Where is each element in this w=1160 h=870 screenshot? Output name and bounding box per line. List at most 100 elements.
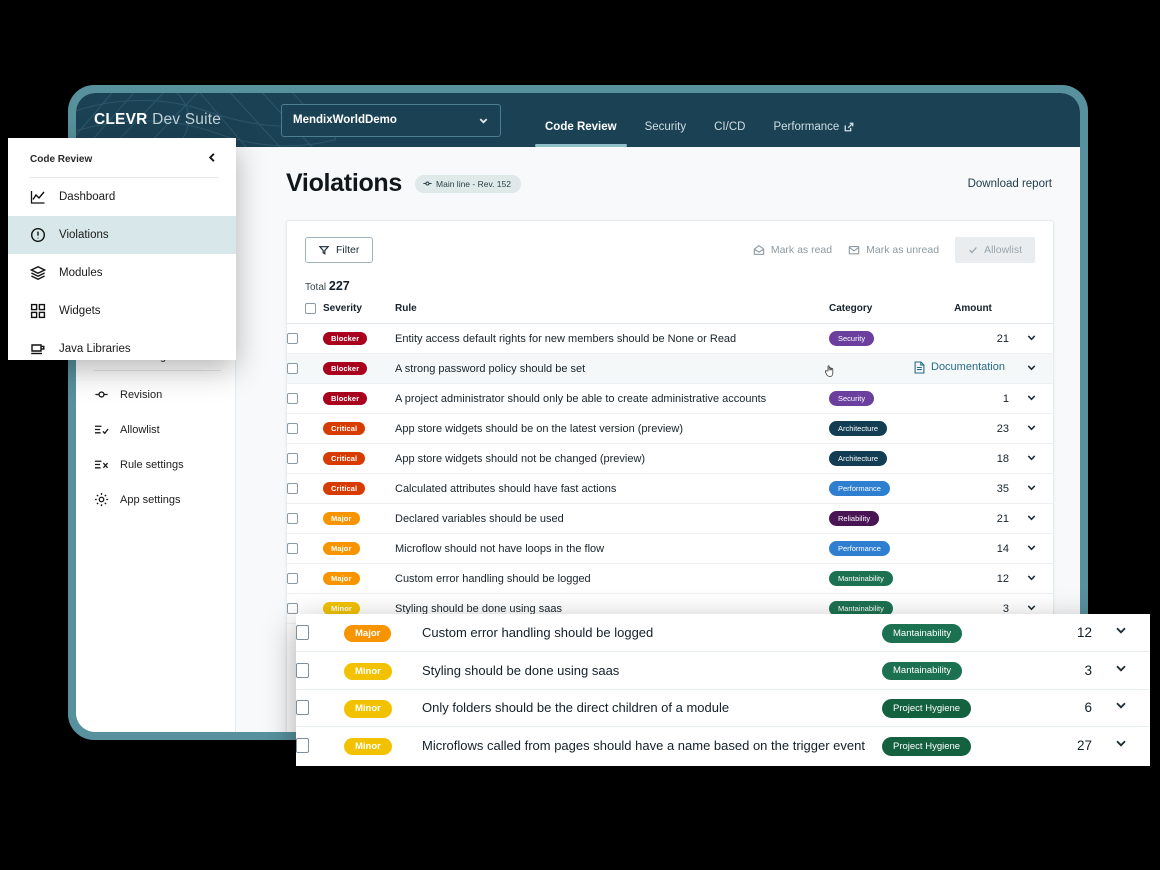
download-report-link[interactable]: Download report [968, 178, 1052, 190]
row-rule: Custom error handling should be logged [395, 563, 829, 594]
row-expand-button[interactable] [1009, 473, 1053, 504]
total-value: 227 [328, 279, 350, 293]
row-checkbox[interactable] [287, 363, 298, 374]
tab-code-review[interactable]: Code Review [535, 121, 627, 147]
sidebar-item-rule-settings[interactable]: Rule settings [76, 447, 235, 482]
tab-security-label: Security [644, 121, 687, 133]
zoomed-row-severity: Minor [344, 651, 422, 690]
mark-as-read-button[interactable]: Mark as read [753, 244, 832, 256]
header-category[interactable]: Category [829, 303, 941, 324]
row-expand-button[interactable] [1009, 503, 1053, 534]
mark-as-unread-button[interactable]: Mark as unread [848, 244, 939, 256]
row-category: Performance [829, 473, 941, 504]
zoomed-row-checkbox[interactable] [296, 662, 309, 678]
table-row[interactable]: Blocker A strong password policy should b… [287, 353, 1053, 384]
header-amount[interactable]: Amount [941, 303, 1009, 324]
row-expand-button[interactable] [1009, 533, 1053, 564]
tab-ci-cd[interactable]: CI/CD [712, 121, 747, 147]
table-row[interactable]: Blocker A project administrator should on… [287, 383, 1053, 414]
row-severity: Critical [323, 413, 395, 444]
collapse-menu-button[interactable] [207, 150, 218, 168]
row-checkbox[interactable] [287, 453, 298, 464]
menu-item-dashboard[interactable]: Dashboard [8, 178, 236, 216]
table-row[interactable]: Critical App store widgets should be on t… [287, 413, 1053, 444]
zoomed-row-expand-button[interactable] [1092, 727, 1150, 765]
row-expand-button[interactable] [1009, 563, 1053, 594]
zoomed-row-expand-button[interactable] [1092, 614, 1150, 652]
menu-item-modules[interactable]: Modules [8, 254, 236, 292]
zoomed-table-row[interactable]: Minor Only folders should be the direct c… [296, 689, 1150, 727]
zoomed-row-checkbox[interactable] [296, 700, 309, 716]
menu-item-widgets[interactable]: Widgets [8, 292, 236, 330]
row-select-cell [287, 323, 323, 354]
zoomed-table-row[interactable]: Minor Microflows called from pages should… [296, 727, 1150, 765]
filter-button[interactable]: Filter [305, 237, 374, 263]
menu-item-java-libraries[interactable]: Java Libraries [8, 330, 236, 368]
zoomed-row-expand-button[interactable] [1092, 689, 1150, 727]
row-select-cell [287, 413, 323, 444]
row-expand-button[interactable] [1009, 413, 1053, 444]
table-row[interactable]: Critical App store widgets should not be … [287, 443, 1053, 474]
row-checkbox[interactable] [287, 573, 298, 584]
tab-performance[interactable]: Performance [771, 121, 856, 147]
coffee-cup-icon [31, 344, 45, 355]
brand-light: Dev Suite [152, 111, 222, 128]
menu-item-violations[interactable]: Violations [8, 216, 236, 254]
zoomed-table-row[interactable]: Minor Styling should be done using saas Ma… [296, 651, 1150, 690]
row-select-cell [287, 503, 323, 534]
table-row[interactable]: Critical Calculated attributes should hav… [287, 473, 1053, 504]
row-select-cell [287, 473, 323, 504]
row-select-cell [287, 353, 323, 384]
row-checkbox[interactable] [287, 393, 298, 404]
zoomed-row-select-cell [296, 614, 344, 652]
header-rule[interactable]: Rule [395, 303, 829, 324]
allowlist-button[interactable]: Allowlist [955, 237, 1035, 263]
zoomed-row-amount: 27 [1076, 738, 1092, 753]
check-icon [969, 247, 977, 254]
sidebar-item-revision[interactable]: Revision [76, 377, 235, 412]
row-category: Security [829, 383, 941, 414]
row-checkbox[interactable] [287, 423, 298, 434]
zoomed-row-expand-button[interactable] [1092, 651, 1150, 690]
row-checkbox[interactable] [287, 333, 298, 344]
row-expand-button[interactable] [1009, 443, 1053, 474]
row-checkbox[interactable] [287, 603, 298, 614]
chart-line-icon [30, 191, 45, 204]
row-checkbox[interactable] [287, 513, 298, 524]
sidebar-item-revision-label: Revision [120, 388, 163, 401]
tab-security[interactable]: Security [643, 121, 689, 147]
row-select-cell [287, 563, 323, 594]
table-row[interactable]: Major Custom error handling should be log… [287, 563, 1053, 594]
row-amount: 23 [941, 413, 1009, 444]
tab-ci-cd-label: CI/CD [714, 121, 746, 133]
revision-badge: Main line - Rev. 152 [415, 174, 521, 193]
mark-as-unread-label: Mark as unread [866, 244, 940, 256]
sidebar-item-allowlist[interactable]: Allowlist [76, 412, 235, 447]
row-expand-button[interactable] [1009, 383, 1053, 414]
zoomed-table-row[interactable]: Major Custom error handling should be log… [296, 614, 1150, 652]
tab-code-review-label: Code Review [545, 121, 617, 133]
zoomed-row-checkbox[interactable] [296, 738, 309, 753]
alert-circle-icon [30, 227, 46, 243]
rail-gutter [236, 147, 260, 732]
zoomed-row-checkbox[interactable] [296, 625, 309, 640]
row-checkbox[interactable] [287, 543, 298, 554]
header-severity[interactable]: Severity [323, 303, 395, 324]
row-checkbox[interactable] [287, 483, 298, 494]
menu-item-widgets-label: Widgets [59, 305, 101, 317]
row-expand-button[interactable] [1009, 353, 1053, 384]
sidebar-item-app-settings[interactable]: App settings [76, 482, 235, 517]
row-documentation-link[interactable]: Documentation [829, 353, 1009, 384]
table-row[interactable]: Major Microflow should not have loops in … [287, 533, 1053, 564]
project-selector[interactable]: MendixWorldDemo [281, 103, 501, 137]
zoomed-row-category: Project Hygiene [882, 689, 1022, 727]
row-category: Security [829, 323, 941, 354]
zoomed-row-select-cell [296, 651, 344, 690]
external-link-icon [844, 122, 854, 132]
row-expand-button[interactable] [1009, 323, 1053, 354]
rule-settings-icon [94, 457, 109, 472]
table-row[interactable]: Blocker Entity access default rights for … [287, 323, 1053, 354]
select-all-checkbox[interactable] [305, 303, 316, 314]
table-row[interactable]: Major Declared variables should be used Re… [287, 503, 1053, 534]
row-category: Mantainability [829, 563, 941, 594]
